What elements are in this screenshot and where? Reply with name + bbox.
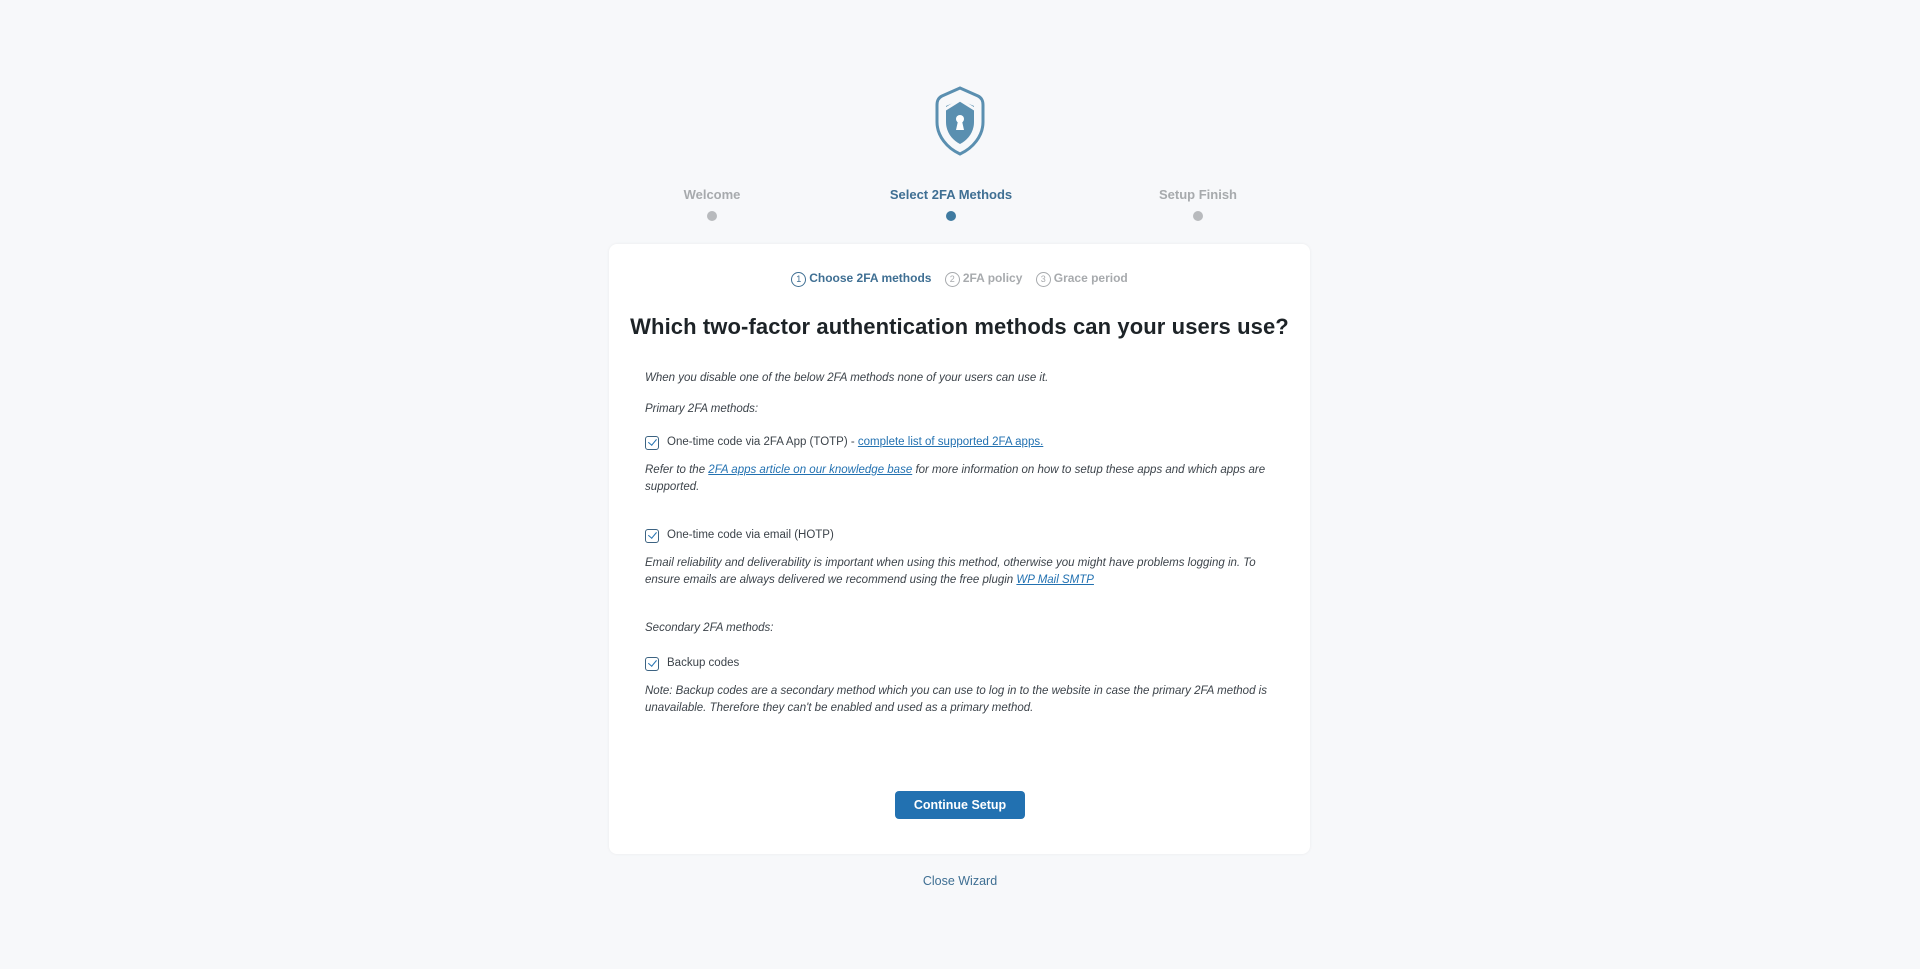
wizard-card: 1 Choose 2FA methods 2 2FA policy 3 Grace p… <box>609 244 1310 854</box>
backup-codes-checkbox[interactable] <box>645 656 659 671</box>
close-wizard-label[interactable]: Close Wizard <box>923 874 997 888</box>
step-label: Setup Finish <box>1159 187 1237 202</box>
methods-content: When you disable one of the below 2FA me… <box>645 370 1275 717</box>
step-dot <box>1193 211 1203 221</box>
primary-methods-heading: Primary 2FA methods: <box>645 403 759 415</box>
totp-label: One-time code via 2FA App (TOTP) - compl… <box>667 434 1043 451</box>
step-welcome: Welcome <box>612 186 812 221</box>
totp-option[interactable]: One-time code via 2FA App (TOTP) - compl… <box>645 434 1275 451</box>
secondary-methods-heading: Secondary 2FA methods: <box>645 622 774 634</box>
step-dot <box>946 211 956 221</box>
shield-lock-logo-icon <box>935 86 985 156</box>
substep-label: Choose 2FA methods <box>809 271 932 285</box>
hotp-note-text: Email reliability and deliverability is … <box>645 557 1256 586</box>
totp-note-prefix: Refer to the <box>645 464 706 476</box>
hotp-label: One-time code via email (HOTP) <box>667 529 834 541</box>
step-label: Welcome <box>683 187 741 202</box>
substep-label: 2FA policy <box>962 271 1023 285</box>
continue-setup-button[interactable]: Continue Setup <box>895 791 1025 819</box>
wizard-progress: Welcome Select 2FA Methods Setup Finish <box>0 186 1920 226</box>
hotp-option[interactable]: One-time code via email (HOTP) <box>645 527 1275 544</box>
substep-2fa-policy: 2 2FA policy <box>944 271 1023 287</box>
totp-note: Refer to the 2FA apps article on our kno… <box>645 462 1275 496</box>
substep-number: 3 <box>1035 272 1051 287</box>
substep-choose-methods: 1 Choose 2FA methods <box>791 271 931 287</box>
step-setup-finish: Setup Finish <box>1098 186 1298 221</box>
substep-label: Grace period <box>1053 271 1128 285</box>
kb-article-link[interactable]: 2FA apps article on our knowledge base <box>708 464 912 476</box>
step-label: Select 2FA Methods <box>889 187 1013 202</box>
totp-checkbox[interactable] <box>645 435 659 450</box>
supported-apps-link[interactable]: complete list of supported 2FA apps. <box>858 436 1043 448</box>
backup-codes-label: Backup codes <box>667 657 740 669</box>
step-dot <box>707 211 717 221</box>
intro-text: When you disable one of the below 2FA me… <box>645 372 1049 384</box>
backup-codes-option[interactable]: Backup codes <box>645 655 1275 672</box>
hotp-checkbox[interactable] <box>645 528 659 543</box>
substep-indicator: 1 Choose 2FA methods 2 2FA policy 3 Grace p… <box>609 271 1310 287</box>
substep-grace-period: 3 Grace period <box>1035 271 1128 287</box>
close-wizard-link[interactable]: Close Wizard <box>0 874 1920 888</box>
page-title: Which two-factor authentication methods … <box>630 314 1289 339</box>
wp-mail-smtp-link[interactable]: WP Mail SMTP <box>1016 574 1094 586</box>
step-select-2fa-methods: Select 2FA Methods <box>851 186 1051 221</box>
backup-codes-note: Note: Backup codes are a secondary metho… <box>645 685 1267 714</box>
substep-number: 2 <box>944 272 960 287</box>
setup-wizard-page: Welcome Select 2FA Methods Setup Finish … <box>0 0 1920 969</box>
totp-label-text: One-time code via 2FA App (TOTP) - <box>667 436 855 448</box>
hotp-note: Email reliability and deliverability is … <box>645 555 1275 589</box>
substep-number: 1 <box>791 272 807 287</box>
